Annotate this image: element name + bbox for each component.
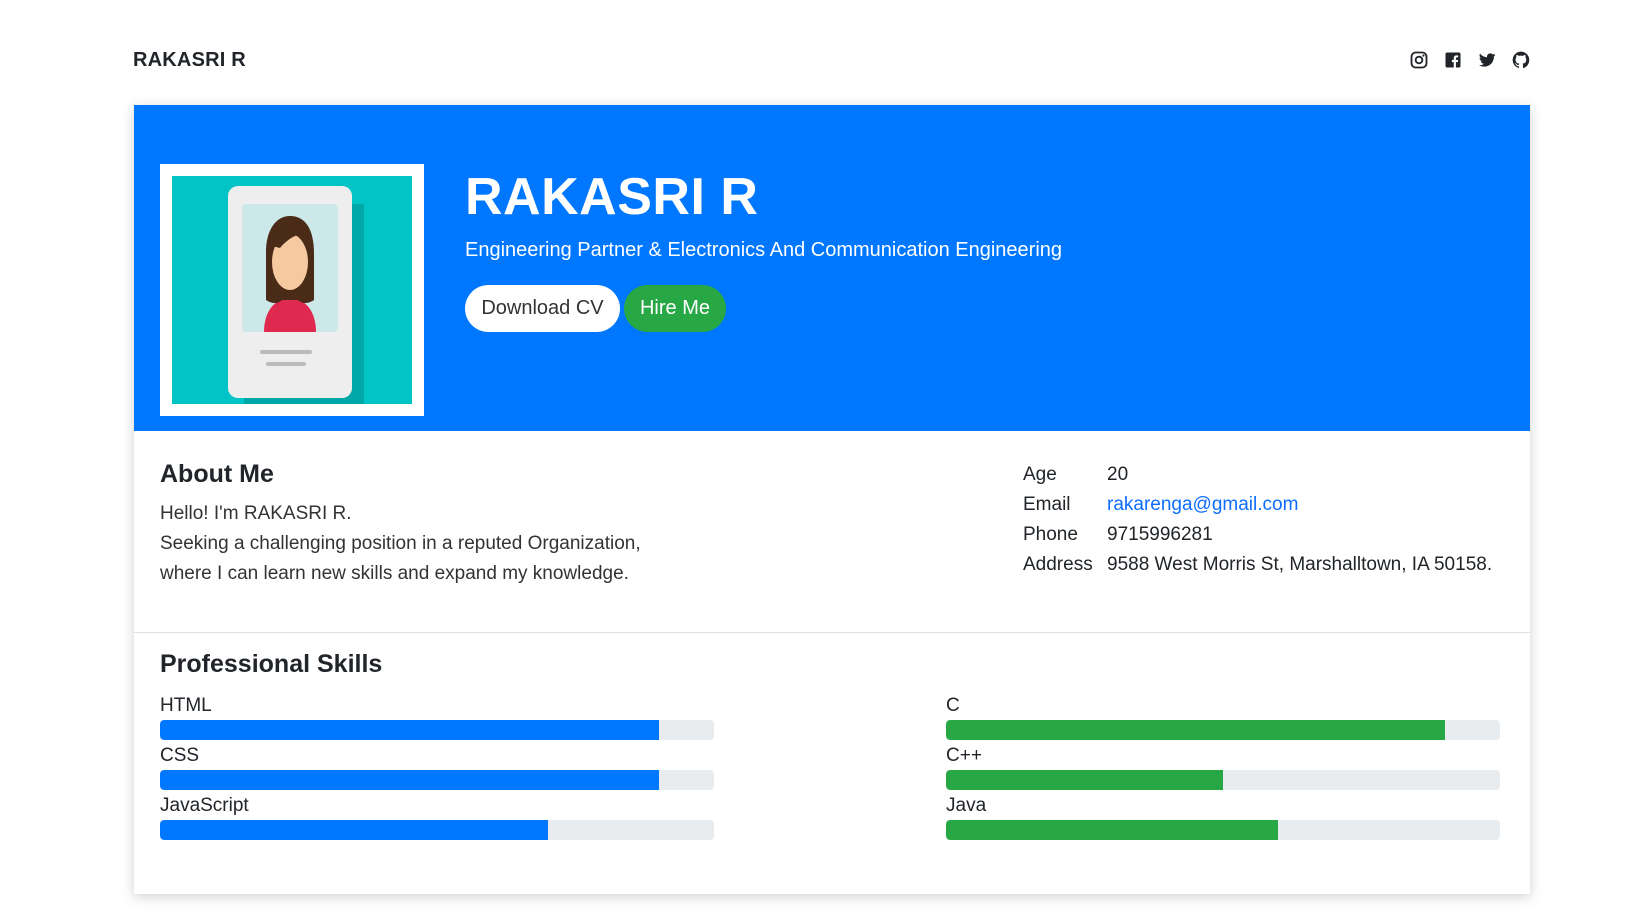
about-text-line-2: where I can learn new skills and expand …	[160, 563, 629, 584]
page: RAKASRI R RAKASRI R Engineering Partner …	[0, 0, 1626, 915]
section-divider	[134, 632, 1530, 633]
skill-c: C	[946, 694, 1500, 740]
progress-track	[946, 720, 1500, 740]
skill-cpp: C++	[946, 744, 1500, 790]
avatar	[160, 164, 424, 416]
hero-banner: RAKASRI R Engineering Partner & Electron…	[134, 105, 1530, 431]
about-greeting: Hello! I'm RAKASRI R.	[160, 503, 352, 524]
avatar-illustration	[172, 176, 412, 404]
progress-track	[946, 770, 1500, 790]
skill-label: C++	[946, 745, 982, 766]
about-title: About Me	[160, 460, 274, 488]
progress-track	[160, 770, 714, 790]
phone-row: Phone 9715996281	[1023, 520, 1492, 550]
skill-label: C	[946, 695, 960, 716]
skill-javascript: JavaScript	[160, 794, 714, 840]
progress-track	[160, 820, 714, 840]
email-link[interactable]: rakarenga@gmail.com	[1107, 494, 1298, 515]
top-bar: RAKASRI R	[133, 44, 1531, 76]
progress-fill	[160, 720, 659, 740]
address-value: 9588 West Morris St, Marshalltown, IA 50…	[1107, 554, 1493, 575]
skill-java: Java	[946, 794, 1500, 840]
facebook-icon[interactable]	[1443, 50, 1463, 70]
skill-html: HTML	[160, 694, 714, 740]
skill-label: JavaScript	[160, 795, 249, 816]
download-cv-button[interactable]: Download CV	[465, 285, 620, 332]
progress-track	[946, 820, 1500, 840]
brand-name[interactable]: RAKASRI R	[133, 49, 246, 72]
contact-info: Age 20 Email rakarenga@gmail.com Phone 9…	[1023, 460, 1492, 580]
email-row: Email rakarenga@gmail.com	[1023, 490, 1492, 520]
social-links	[1409, 50, 1531, 70]
progress-fill	[160, 820, 548, 840]
age-value: 20	[1107, 464, 1129, 485]
address-label: Address	[1023, 554, 1093, 575]
progress-fill	[946, 770, 1223, 790]
skill-label: CSS	[160, 745, 200, 766]
progress-fill	[946, 720, 1445, 740]
age-row: Age 20	[1023, 460, 1492, 490]
progress-fill	[160, 770, 659, 790]
skill-label: Java	[946, 795, 987, 816]
twitter-icon[interactable]	[1477, 50, 1497, 70]
phone-label: Phone	[1023, 524, 1078, 545]
id-card-icon	[172, 176, 412, 404]
instagram-icon[interactable]	[1409, 50, 1429, 70]
skill-css: CSS	[160, 744, 714, 790]
progress-fill	[946, 820, 1279, 840]
email-label: Email	[1023, 494, 1071, 515]
about-text-line-1: Seeking a challenging position in a repu…	[160, 533, 641, 554]
hero-name: RAKASRI R	[465, 168, 759, 226]
profile-card: RAKASRI R Engineering Partner & Electron…	[134, 105, 1530, 894]
age-label: Age	[1023, 464, 1057, 485]
phone-value: 9715996281	[1107, 524, 1213, 545]
skill-label: HTML	[160, 695, 212, 716]
github-icon[interactable]	[1511, 50, 1531, 70]
address-row: Address 9588 West Morris St, Marshalltow…	[1023, 550, 1492, 580]
hire-me-button[interactable]: Hire Me	[624, 285, 726, 332]
progress-track	[160, 720, 714, 740]
contact-table: Age 20 Email rakarenga@gmail.com Phone 9…	[1023, 460, 1492, 580]
about-section: About Me Hello! I'm RAKASRI R. Seeking a…	[160, 460, 860, 589]
hero-subtitle: Engineering Partner & Electronics And Co…	[465, 239, 1063, 261]
skills-title: Professional Skills	[160, 650, 383, 678]
